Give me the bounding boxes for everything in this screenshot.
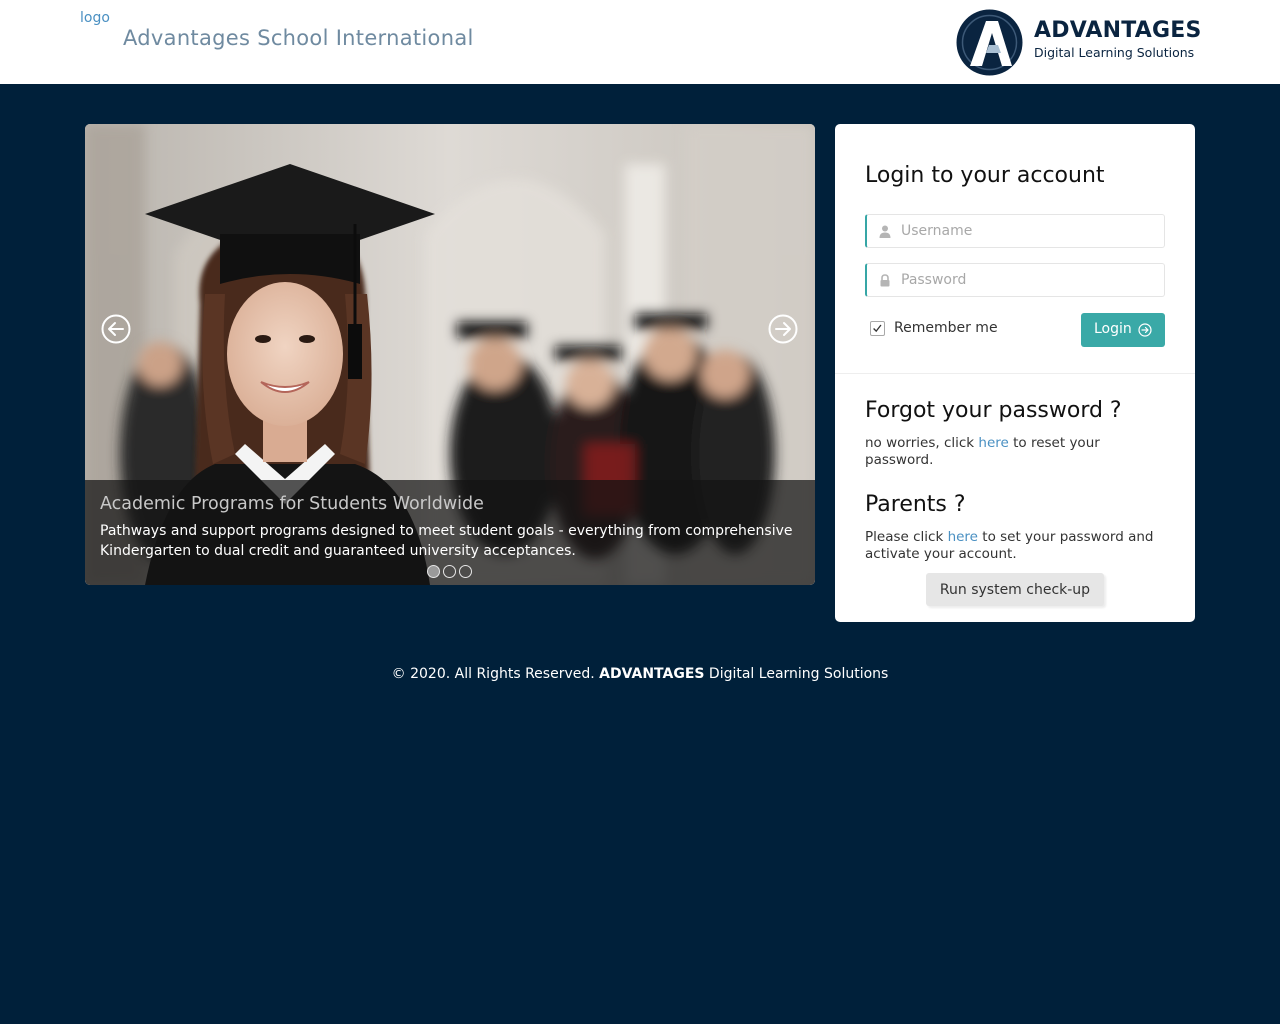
advantages-logo-icon bbox=[956, 9, 1023, 76]
login-title: Login to your account bbox=[865, 163, 1105, 188]
footer-brand: ADVANTAGES bbox=[599, 666, 705, 682]
login-button-label: Login bbox=[1094, 321, 1132, 337]
username-input[interactable] bbox=[899, 215, 1159, 247]
carousel-indicator-2[interactable] bbox=[443, 565, 456, 578]
parents-text: Please click here to set your password a… bbox=[865, 529, 1154, 562]
remember-me-label[interactable]: Remember me bbox=[894, 320, 998, 336]
password-field bbox=[865, 263, 1165, 297]
logo-image-alt[interactable]: logo bbox=[80, 10, 110, 26]
parents-title: Parents ? bbox=[865, 492, 966, 517]
caption-text: Pathways and support programs designed t… bbox=[100, 523, 793, 559]
lock-icon bbox=[880, 274, 890, 287]
checkmark-icon bbox=[873, 324, 882, 333]
login-panel: Login to your account Remember me Login … bbox=[835, 124, 1195, 622]
brand-subtitle: Digital Learning Solutions bbox=[1034, 45, 1195, 60]
carousel-indicator-1[interactable] bbox=[427, 565, 440, 578]
carousel-indicator-3[interactable] bbox=[459, 565, 472, 578]
footer-brand-suffix: Digital Learning Solutions bbox=[704, 666, 889, 682]
system-checkup-button[interactable]: Run system check-up bbox=[926, 573, 1104, 606]
caption-title: Academic Programs for Students Worldwide bbox=[100, 494, 484, 514]
arrow-right-circle-icon bbox=[1138, 323, 1152, 337]
footer-copyright: © 2020. All Rights Reserved. bbox=[391, 666, 600, 682]
header: logo Advantages School International A A… bbox=[0, 0, 1280, 84]
login-button[interactable]: Login bbox=[1081, 313, 1165, 347]
forgot-password-title: Forgot your password ? bbox=[865, 398, 1122, 423]
reset-password-link[interactable]: here bbox=[978, 435, 1008, 451]
password-input[interactable] bbox=[899, 264, 1159, 296]
parent-activate-link[interactable]: here bbox=[948, 529, 978, 545]
remember-me-checkbox[interactable] bbox=[870, 321, 885, 336]
user-icon bbox=[879, 225, 891, 238]
username-field bbox=[865, 214, 1165, 248]
panel-divider bbox=[835, 373, 1195, 374]
footer: © 2020. All Rights Reserved. ADVANTAGES … bbox=[0, 666, 1280, 682]
forgot-password-text: no worries, click here to reset your pas… bbox=[865, 435, 1100, 468]
image-carousel: Academic Programs for Students Worldwide… bbox=[85, 124, 815, 585]
brand-logo: A ADVANTAGES Digital Learning Solutions bbox=[956, 9, 1201, 77]
carousel-indicators bbox=[426, 565, 476, 579]
school-name: Advantages School International bbox=[123, 26, 474, 50]
carousel-next-button[interactable] bbox=[768, 314, 798, 344]
brand-title: ADVANTAGES bbox=[1034, 18, 1202, 43]
carousel-prev-button[interactable] bbox=[101, 314, 131, 344]
